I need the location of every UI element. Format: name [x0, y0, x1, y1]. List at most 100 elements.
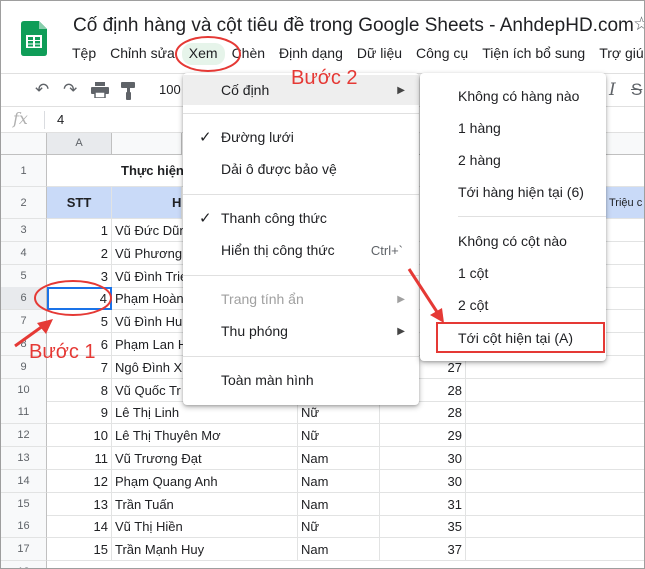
- checkmark-icon: ✓: [199, 210, 212, 227]
- cell-age[interactable]: 30: [380, 470, 466, 493]
- menu-insert[interactable]: Chèn: [225, 43, 272, 65]
- view-menu: Cố định ▶ ✓ Đường lưới Dải ô được bảo vệ…: [183, 73, 419, 405]
- cell-stt[interactable]: 11: [47, 447, 112, 470]
- cell-stt[interactable]: 1: [47, 219, 112, 242]
- cell-age[interactable]: 29: [380, 424, 466, 447]
- cell-stt[interactable]: 4: [47, 287, 112, 310]
- freeze-one-col[interactable]: 1 cột: [420, 258, 606, 288]
- freeze-two-cols[interactable]: 2 cột: [420, 290, 606, 320]
- freeze-no-rows[interactable]: Không có hàng nào: [420, 81, 606, 111]
- menu-view[interactable]: Xem: [181, 43, 225, 65]
- menu-item-show-formulas[interactable]: Hiển thị công thức Ctrl+`: [183, 235, 419, 265]
- cell-age[interactable]: 30: [380, 447, 466, 470]
- cell-empty[interactable]: [466, 401, 644, 424]
- cell-age[interactable]: 37: [380, 538, 466, 561]
- freeze-one-row[interactable]: 1 hàng: [420, 113, 606, 143]
- cell-gender[interactable]: Nam: [298, 493, 380, 516]
- cell-name[interactable]: Trần Mạnh Huy: [112, 538, 298, 561]
- menu-addons[interactable]: Tiện ích bổ sung: [475, 43, 592, 65]
- cell-stt[interactable]: 8: [47, 379, 112, 402]
- cell-stt[interactable]: 13: [47, 493, 112, 516]
- menu-item-full-screen[interactable]: Toàn màn hình: [183, 365, 419, 395]
- star-icon[interactable]: ☆: [633, 13, 644, 36]
- menu-item-zoom[interactable]: Thu phóng ▶: [183, 316, 419, 346]
- column-header-a[interactable]: A: [47, 133, 112, 155]
- cell-empty[interactable]: [466, 424, 644, 447]
- cell-gender[interactable]: Nữ: [298, 424, 380, 447]
- row-number[interactable]: 15: [1, 493, 47, 516]
- row-number[interactable]: 6: [1, 287, 47, 310]
- cell-empty[interactable]: [466, 379, 644, 402]
- row-number[interactable]: 18: [1, 561, 47, 568]
- menu-item-formula-bar[interactable]: ✓ Thanh công thức: [183, 203, 419, 233]
- menu-edit[interactable]: Chỉnh sửa: [103, 43, 182, 65]
- cell-stt[interactable]: 10: [47, 424, 112, 447]
- strikethrough-icon[interactable]: S: [631, 80, 642, 100]
- cell-empty[interactable]: [466, 538, 644, 561]
- menu-file[interactable]: Tệp: [65, 43, 103, 65]
- cell-stt[interactable]: 14: [47, 515, 112, 538]
- cell-gender[interactable]: Nữ: [298, 515, 380, 538]
- row-number[interactable]: 5: [1, 265, 47, 288]
- undo-icon[interactable]: ↶: [35, 80, 49, 100]
- freeze-up-to-row[interactable]: Tới hàng hiện tại (6): [420, 177, 606, 207]
- row-number[interactable]: 3: [1, 219, 47, 242]
- menu-item-protected-ranges[interactable]: Dải ô được bảo vệ: [183, 154, 419, 184]
- row-number[interactable]: 14: [1, 470, 47, 493]
- sheets-logo-icon[interactable]: [21, 21, 47, 56]
- document-title[interactable]: Cố định hàng và cột tiêu đề trong Google…: [73, 15, 634, 37]
- header-right[interactable]: Triệu c: [606, 187, 644, 219]
- cell-gender[interactable]: Nam: [298, 470, 380, 493]
- formula-input[interactable]: 4: [57, 112, 64, 127]
- menu-tools[interactable]: Công cụ: [409, 43, 475, 65]
- cell-name[interactable]: Vũ Thị Hiền: [112, 515, 298, 538]
- cell-stt[interactable]: 15: [47, 538, 112, 561]
- menu-data[interactable]: Dữ liệu: [350, 43, 409, 65]
- freeze-two-rows[interactable]: 2 hàng: [420, 145, 606, 175]
- cell-name[interactable]: Phạm Quang Anh: [112, 470, 298, 493]
- row-number[interactable]: 11: [1, 401, 47, 424]
- row-number[interactable]: 1: [1, 155, 47, 187]
- row-number[interactable]: 17: [1, 538, 47, 561]
- cell-stt[interactable]: 3: [47, 265, 112, 288]
- paint-format-icon[interactable]: [121, 82, 137, 100]
- column-header-b[interactable]: [112, 133, 182, 155]
- row-number[interactable]: 7: [1, 310, 47, 333]
- cell-empty[interactable]: [466, 447, 644, 470]
- cell-empty[interactable]: [47, 561, 644, 568]
- cell-name[interactable]: Lê Thị Thuyên Mơ: [112, 424, 298, 447]
- menu-help[interactable]: Trợ giú: [592, 43, 644, 65]
- header-stt[interactable]: STT: [47, 187, 112, 219]
- row-number[interactable]: 13: [1, 447, 47, 470]
- row-number[interactable]: 10: [1, 379, 47, 402]
- italic-icon[interactable]: I: [609, 80, 616, 100]
- freeze-no-cols[interactable]: Không có cột nào: [420, 226, 606, 256]
- corner-cell[interactable]: [1, 133, 47, 155]
- cell-gender[interactable]: Nam: [298, 538, 380, 561]
- redo-icon[interactable]: ↷: [63, 80, 77, 100]
- cell-stt[interactable]: 12: [47, 470, 112, 493]
- cell-stt[interactable]: 2: [47, 242, 112, 265]
- cell-age[interactable]: 31: [380, 493, 466, 516]
- cell-empty[interactable]: [466, 470, 644, 493]
- cell-name[interactable]: Vũ Trương Đạt: [112, 447, 298, 470]
- cell-empty[interactable]: [466, 515, 644, 538]
- print-icon[interactable]: [91, 82, 109, 98]
- cell-gender[interactable]: Nam: [298, 447, 380, 470]
- cell-empty[interactable]: [466, 493, 644, 516]
- row-number[interactable]: 12: [1, 424, 47, 447]
- menu-format[interactable]: Định dạng: [272, 43, 350, 65]
- row-number[interactable]: 4: [1, 242, 47, 265]
- cell-stt[interactable]: 9: [47, 401, 112, 424]
- submenu-arrow-icon: ▶: [397, 84, 405, 96]
- cell-stt[interactable]: 5: [47, 310, 112, 333]
- header-name[interactable]: H: [112, 187, 182, 219]
- cell-age[interactable]: 35: [380, 515, 466, 538]
- freeze-up-to-col[interactable]: Tới cột hiện tại (A): [420, 323, 606, 353]
- shortcut-label: Ctrl+`: [370, 242, 403, 258]
- row-number[interactable]: 16: [1, 515, 47, 538]
- cell-name[interactable]: Trần Tuấn: [112, 493, 298, 516]
- menu-item-gridlines[interactable]: ✓ Đường lưới: [183, 122, 419, 152]
- row-number[interactable]: 2: [1, 187, 47, 219]
- zoom-select[interactable]: 100: [159, 82, 181, 97]
